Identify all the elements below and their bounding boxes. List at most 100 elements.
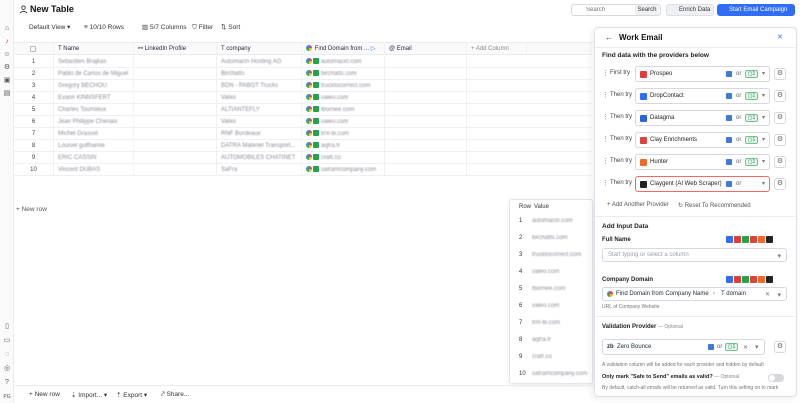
- column-header[interactable]: @ Email: [385, 43, 467, 54]
- name-cell[interactable]: Evann KINNSFERT: [54, 92, 134, 103]
- domain-cell[interactable]: valeo.com: [302, 116, 385, 127]
- search-button[interactable]: Search: [635, 5, 659, 15]
- email-cell[interactable]: [385, 164, 467, 175]
- provider-select[interactable]: Hunter or ▢1 ▾: [635, 154, 770, 170]
- domain-cell[interactable]: trnl-bi.com: [302, 128, 385, 139]
- company-cell[interactable]: ALTIANTEFLY: [217, 104, 302, 115]
- linkedin-cell[interactable]: [134, 68, 217, 79]
- key-icon[interactable]: [726, 71, 732, 77]
- provider-select[interactable]: Clay Enrichments or ▢1 ▾: [635, 132, 770, 148]
- column-header[interactable]: T company: [217, 43, 302, 54]
- table-row[interactable]: 9 ERIC CASSIN AUTOMOBILES CHATINET craft.co: [14, 152, 592, 164]
- linkedin-cell[interactable]: [134, 116, 217, 127]
- sort-button[interactable]: ⇅ Sort: [221, 23, 240, 33]
- safe-to-send-toggle[interactable]: [768, 374, 784, 382]
- email-cell[interactable]: [385, 56, 467, 67]
- add-column-button[interactable]: + Add Column: [467, 43, 527, 54]
- linkedin-cell[interactable]: [134, 92, 217, 103]
- clear-icon[interactable]: ✕: [743, 344, 748, 351]
- gear-icon[interactable]: ⚙: [774, 341, 786, 353]
- linkedin-cell[interactable]: [134, 56, 217, 67]
- email-cell[interactable]: [385, 140, 467, 151]
- domain-cell[interactable]: automacin.com: [302, 56, 385, 67]
- provider-select[interactable]: DropContact or ▢1 ▾: [635, 88, 770, 104]
- columns-button[interactable]: ▥ 5/7 Columns: [142, 23, 186, 33]
- domain-cell[interactable]: saframcompany.com: [302, 164, 385, 175]
- company-cell[interactable]: Valeo: [217, 92, 302, 103]
- table-row[interactable]: 2 Pablo de Carlos de Miguel Birchatts birch…: [14, 68, 592, 80]
- email-cell[interactable]: [385, 128, 467, 139]
- name-cell[interactable]: Michel Grasset: [54, 128, 134, 139]
- full-name-input[interactable]: Start typing or select a column ▾: [602, 248, 787, 262]
- linkedin-cell[interactable]: [134, 80, 217, 91]
- linkedin-cell[interactable]: [134, 164, 217, 175]
- provider-select[interactable]: Datagma or ▢1 ▾: [635, 110, 770, 126]
- table-row[interactable]: 8 Louiset guilhamie DATRA Materiel Transpo…: [14, 140, 592, 152]
- drag-handle-icon[interactable]: ⋮: [602, 179, 609, 187]
- key-icon[interactable]: [726, 159, 732, 165]
- table-row[interactable]: 1 Sebastien Brajkas Automacin Hosting AG au…: [14, 56, 592, 68]
- close-icon[interactable]: ✕: [777, 33, 783, 41]
- name-cell[interactable]: ERIC CASSIN: [54, 152, 134, 163]
- key-icon[interactable]: [726, 137, 732, 143]
- validation-provider-select[interactable]: zb Zero Bounce or ▢1 ✕ ▾: [602, 339, 765, 355]
- trash-icon[interactable]: ▯: [3, 323, 11, 331]
- email-cell[interactable]: [385, 116, 467, 127]
- company-domain-input[interactable]: Find Domain from Company Name › T domain…: [602, 287, 787, 301]
- page-title[interactable]: New Table: [30, 4, 74, 14]
- company-cell[interactable]: Valeo: [217, 116, 302, 127]
- drag-handle-icon[interactable]: ⋮: [602, 113, 609, 121]
- table-row[interactable]: 5 Charles Tournieux ALTIANTEFLY fbornee.com: [14, 104, 592, 116]
- domain-cell[interactable]: aqfra.fr: [302, 140, 385, 151]
- key-icon[interactable]: [726, 115, 732, 121]
- company-cell[interactable]: Automacin Hosting AG: [217, 56, 302, 67]
- company-cell[interactable]: RNF Bordeaux: [217, 128, 302, 139]
- email-cell[interactable]: [385, 152, 467, 163]
- rows-button[interactable]: ≡ 10/10 Rows: [84, 23, 124, 33]
- name-cell[interactable]: Gregory BECHOU: [54, 80, 134, 91]
- add-provider-link[interactable]: + Add Another Provider: [607, 202, 669, 208]
- profile-avatar[interactable]: PG: [3, 393, 11, 401]
- drag-handle-icon[interactable]: ⋮: [602, 135, 609, 143]
- name-cell[interactable]: Pablo de Carlos de Miguel: [54, 68, 134, 79]
- export-button[interactable]: ⇡ Export ▾: [116, 391, 147, 399]
- chat-icon[interactable]: ◌: [3, 351, 11, 359]
- company-cell[interactable]: BDN - PABOT Trucks: [217, 80, 302, 91]
- key-icon[interactable]: [726, 93, 732, 99]
- provider-select[interactable]: Prospeo or ▢1 ▾: [635, 66, 770, 82]
- home-icon[interactable]: ⌂: [3, 25, 11, 33]
- linkedin-cell[interactable]: [134, 104, 217, 115]
- company-cell[interactable]: DATRA Materiel Transport...: [217, 140, 302, 151]
- select-all-cell[interactable]: [14, 43, 54, 54]
- domain-cell[interactable]: fbornee.com: [302, 104, 385, 115]
- email-cell[interactable]: [385, 104, 467, 115]
- domain-cell[interactable]: craft.co: [302, 152, 385, 163]
- domain-cell[interactable]: birchatts.com: [302, 68, 385, 79]
- email-cell[interactable]: [385, 80, 467, 91]
- gear-icon[interactable]: ⚙: [774, 112, 786, 124]
- run-icon[interactable]: ▷: [371, 46, 376, 52]
- bottom-new-row-button[interactable]: + New row: [29, 391, 60, 398]
- key-icon[interactable]: [726, 181, 732, 187]
- name-cell[interactable]: Jean Philippe Chenais: [54, 116, 134, 127]
- linkedin-cell[interactable]: [134, 140, 217, 151]
- table-row[interactable]: 4 Evann KINNSFERT Valeo valeo.com: [14, 92, 592, 104]
- name-cell[interactable]: Louiset guilhamie: [54, 140, 134, 151]
- clear-icon[interactable]: ✕: [765, 291, 770, 298]
- drag-handle-icon[interactable]: ⋮: [602, 91, 609, 99]
- drag-handle-icon[interactable]: ⋮: [602, 69, 609, 77]
- globe-icon[interactable]: ◎: [3, 365, 11, 373]
- name-cell[interactable]: Sebastien Brajkas: [54, 56, 134, 67]
- drag-handle-icon[interactable]: ⋮: [602, 157, 609, 165]
- column-header[interactable]: ⚯ LinkedIn Profile: [134, 43, 217, 54]
- settings-icon[interactable]: ⚙: [3, 64, 11, 72]
- email-cell[interactable]: [385, 92, 467, 103]
- column-header[interactable]: Find Domain from ... ▷: [302, 43, 385, 54]
- gear-icon[interactable]: ⚙: [774, 178, 786, 190]
- provider-select[interactable]: Claygent (AI Web Scraper) or ▾: [635, 176, 770, 192]
- company-cell[interactable]: Birchatts: [217, 68, 302, 79]
- name-cell[interactable]: Charles Tournieux: [54, 104, 134, 115]
- column-header[interactable]: T Name: [54, 43, 134, 54]
- enrich-data-button[interactable]: Enrich Data: [666, 4, 714, 16]
- gift-icon[interactable]: ▣: [3, 77, 11, 85]
